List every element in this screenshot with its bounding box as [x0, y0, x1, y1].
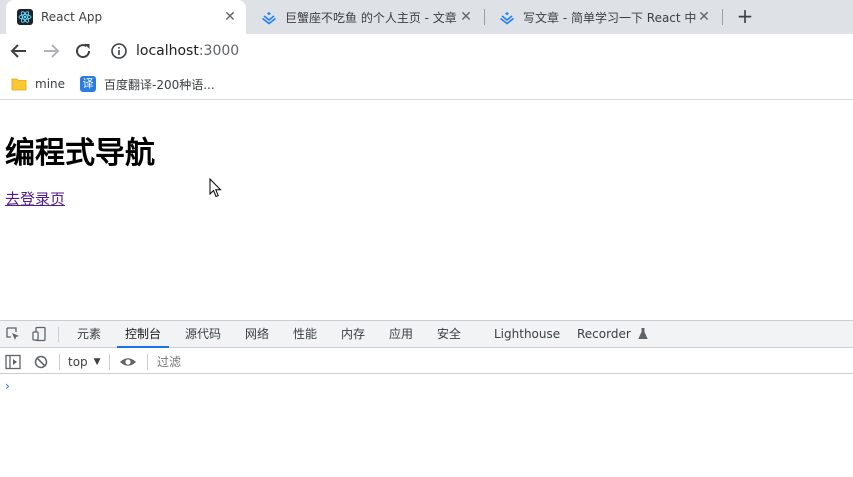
- folder-icon: [11, 78, 27, 91]
- console-separator: [147, 354, 148, 370]
- devtools-separator: [58, 327, 59, 342]
- close-icon[interactable]: ✕: [458, 9, 474, 25]
- page-title: 编程式导航: [5, 136, 155, 171]
- new-tab-button[interactable]: +: [734, 6, 756, 28]
- bookmark-baidu-translate[interactable]: 译 百度翻译-200种语...: [80, 75, 215, 93]
- bookmark-mine[interactable]: mine: [11, 75, 65, 93]
- bookmarks-bar: mine 译 百度翻译-200种语...: [0, 68, 853, 100]
- inspect-element-icon[interactable]: [5, 326, 21, 342]
- juejin-icon: [262, 12, 276, 25]
- login-link[interactable]: 去登录页: [5, 188, 65, 209]
- url-port: :3000: [198, 43, 240, 59]
- juejin-icon: [500, 12, 514, 25]
- browser-toolbar: localhost:3000: [0, 34, 853, 68]
- tab-network[interactable]: 网络: [245, 321, 269, 348]
- tab-title: React App: [41, 10, 103, 24]
- tab-elements[interactable]: 元素: [77, 321, 101, 348]
- context-selector[interactable]: top ▼: [68, 353, 101, 371]
- close-icon[interactable]: ✕: [696, 9, 712, 25]
- context-label: top: [68, 355, 88, 369]
- tab-juejin-profile[interactable]: 巨蟹座不吃鱼 的个人主页 - 文章 ✕: [250, 0, 482, 34]
- back-icon[interactable]: [7, 39, 31, 63]
- console-separator: [59, 354, 60, 370]
- console-prompt-icon[interactable]: ›: [5, 379, 10, 393]
- tab-recorder-label: Recorder: [577, 327, 631, 341]
- tab-application[interactable]: 应用: [389, 321, 413, 348]
- devtools-tabbar: 元素 控制台 源代码 网络 性能 内存 应用 安全 Lighthouse Rec…: [0, 321, 853, 348]
- tab-console[interactable]: 控制台: [116, 321, 170, 348]
- device-toolbar-icon[interactable]: [31, 326, 47, 342]
- tab-react-app[interactable]: React App ✕: [6, 0, 246, 34]
- tab-lighthouse[interactable]: Lighthouse: [494, 321, 560, 348]
- tab-performance[interactable]: 性能: [293, 321, 317, 348]
- tab-juejin-editor[interactable]: 写文章 - 简单学习一下 React 中的 ✕: [488, 0, 720, 34]
- dropdown-arrow-icon: ▼: [93, 357, 101, 367]
- clear-console-icon[interactable]: [33, 353, 49, 371]
- tab-title: 巨蟹座不吃鱼 的个人主页 - 文章: [285, 10, 457, 25]
- sidebar-toggle-icon[interactable]: [5, 353, 21, 371]
- tab-title: 写文章 - 简单学习一下 React 中的: [523, 10, 696, 25]
- react-icon: [17, 9, 33, 25]
- eye-icon[interactable]: [119, 353, 137, 371]
- tab-sources[interactable]: 源代码: [185, 321, 221, 348]
- url-text: localhost:3000: [136, 43, 239, 59]
- tab-separator: [722, 9, 723, 25]
- tab-separator: [484, 9, 485, 25]
- tab-memory[interactable]: 内存: [341, 321, 365, 348]
- bookmark-label: mine: [35, 77, 66, 91]
- forward-icon[interactable]: [39, 39, 63, 63]
- devtools-panel: 元素 控制台 源代码 网络 性能 内存 应用 安全 Lighthouse Rec…: [0, 320, 853, 477]
- tab-strip: React App ✕ 巨蟹座不吃鱼 的个人主页 - 文章 ✕ 写文章 - 简单…: [0, 0, 853, 34]
- translate-icon: 译: [80, 76, 96, 92]
- console-separator: [109, 354, 110, 370]
- url-host: localhost: [136, 43, 199, 59]
- address-bar[interactable]: localhost:3000: [110, 40, 239, 62]
- tab-security[interactable]: 安全: [437, 321, 461, 348]
- bookmark-label: 百度翻译-200种语...: [104, 77, 215, 92]
- console-filter-input[interactable]: [153, 352, 453, 371]
- info-icon[interactable]: [110, 42, 128, 60]
- console-toolbar: top ▼: [0, 349, 853, 374]
- mouse-cursor-icon: [209, 178, 222, 198]
- close-icon[interactable]: ✕: [222, 9, 238, 25]
- flask-icon: [637, 328, 648, 339]
- reload-icon[interactable]: [71, 39, 95, 63]
- tab-recorder[interactable]: Recorder: [577, 321, 648, 348]
- page-content: 编程式导航 去登录页: [0, 101, 853, 320]
